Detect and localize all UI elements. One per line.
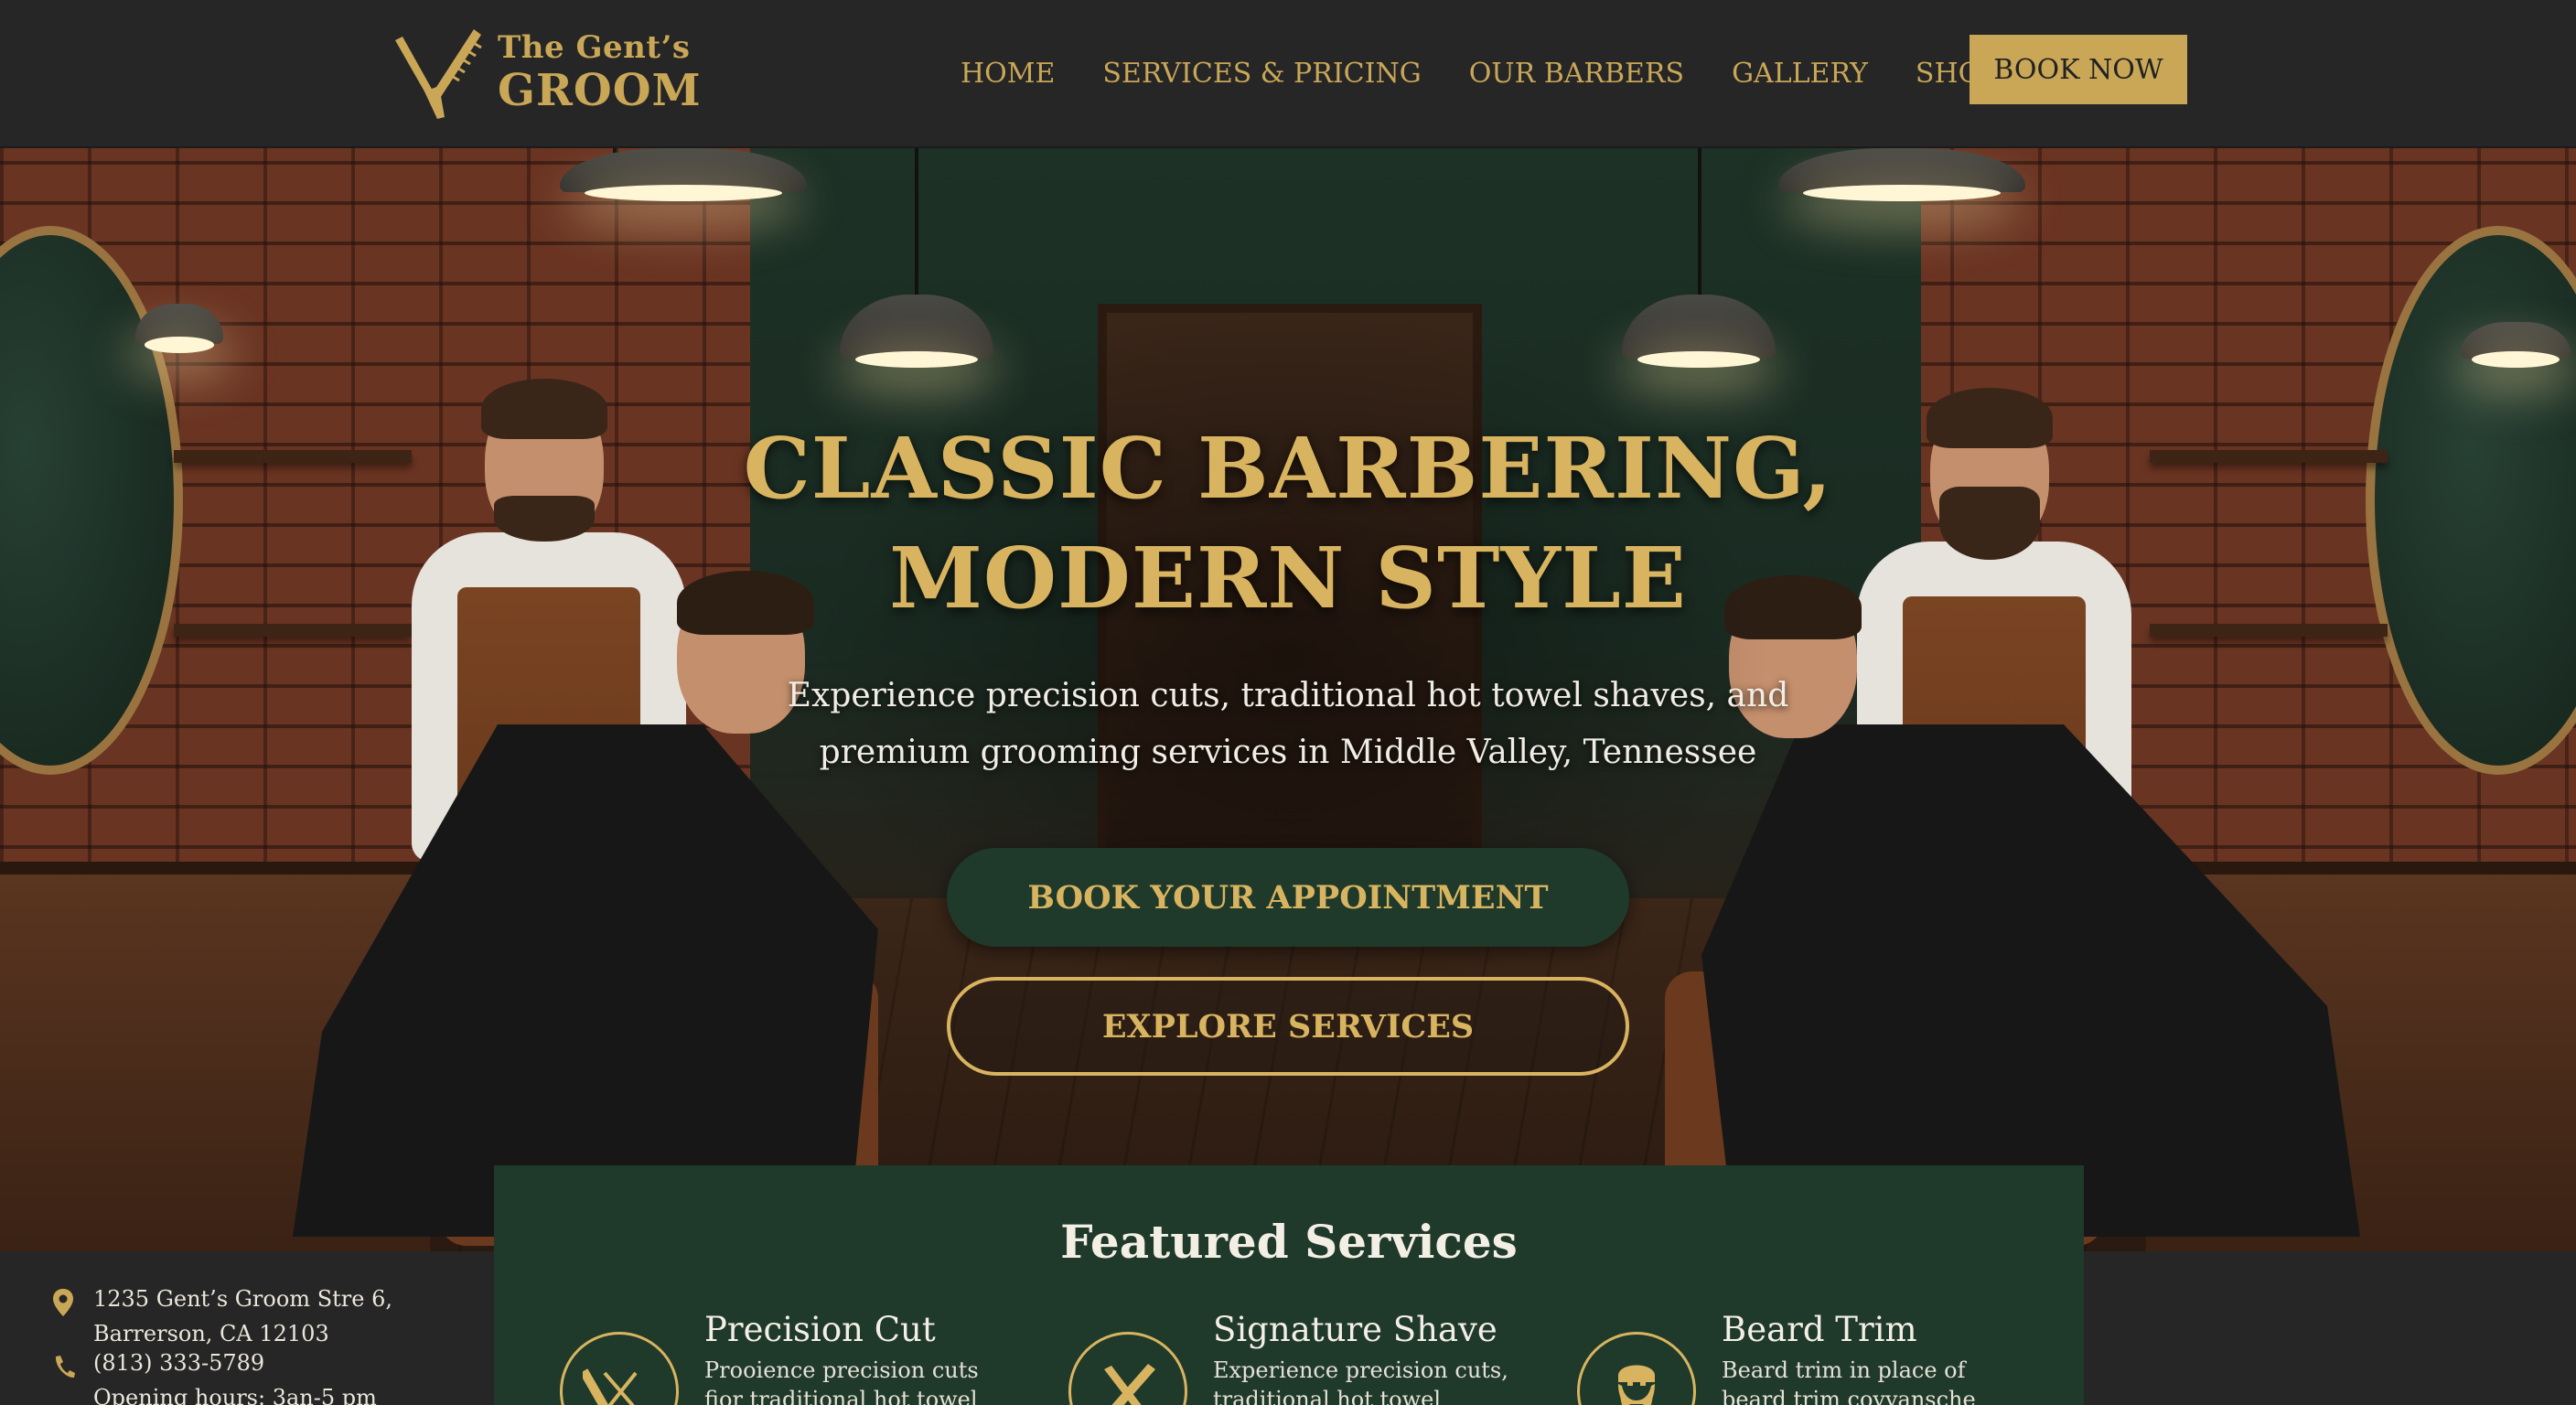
nav-services-pricing[interactable]: SERVICES & PRICING [1102,58,1421,90]
service-description: Beard trim in place of beard trim coyvan… [1722,1357,1976,1405]
hero-section: CLASSIC BARBERING, MODERN STYLE Experien… [0,148,2576,1251]
brand-wordmark: The Gent’s GROOM [498,32,702,113]
explore-services-button[interactable]: EXPLORE SERVICES [947,977,1629,1076]
service-description: Experience precision cuts, traditional h… [1213,1357,1508,1405]
phone-row: (813) 333-5789 [51,1348,472,1381]
location-pin-icon [53,1289,73,1316]
nav-home[interactable]: HOME [961,58,1055,90]
book-now-button[interactable]: BOOK NOW [1970,35,2187,104]
service-card-precision-cut[interactable]: Precision Cut Prooience precision cuts f… [494,1310,979,1405]
book-appointment-button[interactable]: BOOK YOUR APPOINTMENT [947,848,1629,947]
hero-subtitle: Experience precision cuts, traditional h… [695,668,1881,781]
nav-gallery[interactable]: GALLERY [1732,58,1868,90]
brand-name-line1: The Gent’s [498,29,691,66]
hero-title-line1: CLASSIC BARBERING, [743,419,1833,518]
phone-number[interactable]: (813) 333-5789 [93,1348,264,1378]
nav-our-barbers[interactable]: OUR BARBERS [1469,58,1684,90]
service-name: Signature Shave [1213,1310,1497,1349]
site-header: The Gent’s GROOM HOME SERVICES & PRICING… [0,0,2576,148]
razor-comb-icon [1068,1332,1187,1405]
service-name: Precision Cut [704,1310,936,1349]
bearded-face-icon [1577,1332,1696,1405]
comb-scissors-icon [560,1332,679,1405]
brand-name-line2: GROOM [498,65,702,116]
service-name: Beard Trim [1722,1310,1917,1349]
hero-title: CLASSIC BARBERING, MODERN STYLE [640,413,1936,633]
address-line1: 1235 Gent’s Groom Stre 6, [93,1286,392,1312]
featured-services-title: Featured Services [1060,1215,1518,1269]
phone-icon [55,1356,75,1378]
featured-services-panel: Featured Services Precision Cut Prooienc… [494,1165,2084,1405]
opening-hours: Opening hours: 3an-5 pm [93,1385,377,1405]
address-row: 1235 Gent’s Groom Stre 6, [51,1284,472,1317]
hero-title-line2: MODERN STYLE [889,529,1687,627]
contact-info: 1235 Gent’s Groom Stre 6, Barrerson, CA … [51,1284,472,1405]
service-description: Prooience precision cuts fior traditiona… [704,1357,979,1405]
hero-subtitle-line2: premium grooming services in Middle Vall… [819,734,1757,771]
service-card-signature-shave[interactable]: Signature Shave Experience precision cut… [1003,1310,1508,1405]
address-line2: Barrerson, CA 12103 [93,1321,329,1346]
main-nav: HOME SERVICES & PRICING OUR BARBERS GALL… [961,38,2046,108]
hero-subtitle-line1: Experience precision cuts, traditional h… [787,677,1789,714]
service-card-beard-trim[interactable]: Beard Trim Beard trim in place of beard … [1511,1310,1987,1405]
razor-comb-logo-icon [395,29,482,119]
brand-logo[interactable]: The Gent’s GROOM [384,22,702,123]
